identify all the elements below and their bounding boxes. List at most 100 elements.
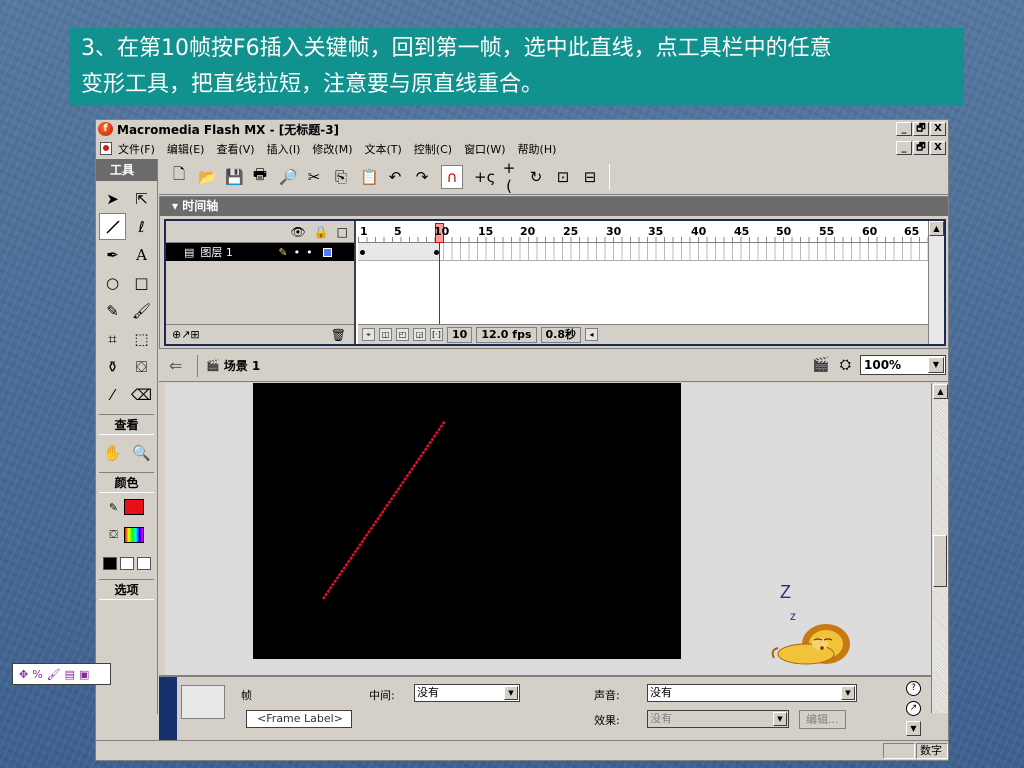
menu-window[interactable]: 窗口(W) (464, 141, 505, 157)
print-preview-icon[interactable]: 🔎 (279, 168, 298, 186)
layer-outline-square[interactable] (322, 247, 332, 257)
menu-file[interactable]: 文件(F) (118, 141, 155, 157)
behaviors-panel-icon[interactable]: % (32, 668, 42, 681)
menu-edit[interactable]: 编辑(E) (167, 141, 205, 157)
modify-markers-icon[interactable]: [·] (430, 328, 443, 341)
menu-text[interactable]: 文本(T) (364, 141, 401, 157)
menu-insert[interactable]: 插入(I) (267, 141, 301, 157)
pencil-tool-icon[interactable]: ✎ (99, 297, 126, 324)
fill-color-swatch[interactable] (123, 527, 144, 543)
snap-magnet-icon[interactable]: ∩ (441, 164, 463, 189)
open-folder-icon[interactable]: 📂 (198, 168, 217, 186)
close-button[interactable]: X (930, 122, 946, 136)
new-file-icon[interactable]: 🗋 (171, 164, 187, 189)
timeline-title[interactable]: ▾ 时间轴 (160, 197, 948, 216)
keyframe-1[interactable] (360, 250, 365, 255)
line-tool-icon[interactable] (99, 213, 126, 240)
zoom-select[interactable]: 100% ▼ (860, 355, 946, 375)
tween-dropdown-icon[interactable]: ▼ (504, 686, 518, 700)
straighten-icon[interactable]: +( (501, 159, 517, 195)
ink-bottle-tool-icon[interactable]: ⚱ (99, 353, 126, 380)
menu-help[interactable]: 帮助(H) (518, 141, 557, 157)
doc-minimize-button[interactable]: _ (896, 141, 912, 155)
help-icon[interactable]: ? (906, 681, 921, 696)
fill-transform-tool-icon[interactable]: ⬚ (128, 325, 155, 352)
layer-lock-dot[interactable]: • (306, 246, 313, 259)
free-transform-tool-icon[interactable]: ⌗ (99, 325, 126, 352)
paint-bucket-tool-icon[interactable]: ⛋ (128, 353, 155, 380)
outline-icon[interactable]: □ (337, 225, 348, 239)
window-panel-icon[interactable]: ▣ (79, 668, 89, 681)
menu-modify[interactable]: 修改(M) (312, 141, 352, 157)
doc-restore-button[interactable]: 🗗 (913, 141, 929, 155)
actions-panel-icon[interactable]: ✥ (19, 668, 28, 681)
copy-icon[interactable]: ⎘ (333, 168, 349, 186)
zoom-tool-icon[interactable]: 🔍 (128, 439, 155, 466)
eye-icon[interactable]: 👁 (290, 225, 305, 239)
add-layer-icon[interactable]: ⊕↗⊞ (172, 328, 200, 341)
floating-panel-tabs[interactable]: ✥ % 🖌 ▤ ▣ (12, 663, 111, 685)
lasso-tool-icon[interactable]: ℓ (128, 213, 155, 240)
hand-tool-icon[interactable]: ✋ (99, 439, 126, 466)
library-panel-icon[interactable]: ▤ (65, 668, 75, 681)
stage-vscroll[interactable]: ▲ (931, 383, 948, 713)
properties-collapse-bar[interactable] (159, 677, 177, 740)
stroke-color-swatch[interactable] (124, 499, 145, 515)
scroll-left-icon[interactable]: ◂ (585, 328, 598, 341)
stage-scroll-thumb[interactable] (933, 535, 947, 587)
swap-colors-icon[interactable] (136, 556, 151, 570)
effect-dropdown-icon[interactable]: ▼ (773, 712, 787, 726)
layer-visible-dot[interactable]: • (294, 246, 301, 259)
eyedropper-tool-icon[interactable]: ⁄ (99, 381, 126, 408)
effect-select[interactable]: 没有 ▼ (647, 710, 789, 728)
rectangle-tool-icon[interactable]: □ (128, 269, 155, 296)
lock-icon[interactable]: 🔒 (314, 225, 329, 239)
edit-symbol-icon[interactable]: ⛭ (840, 357, 851, 373)
restore-button[interactable]: 🗗 (913, 122, 929, 136)
onion-skin-icon[interactable]: ◫ (379, 328, 392, 341)
center-frame-icon[interactable]: ⌖ (362, 328, 375, 341)
expand-properties-icon[interactable]: ▼ (906, 721, 921, 736)
brush-panel-icon[interactable]: 🖌 (47, 668, 61, 681)
tween-select[interactable]: 没有 ▼ (414, 684, 520, 702)
layer-row[interactable]: ▤ 图层 1 ✎ • • (166, 243, 354, 261)
document-icon[interactable] (100, 142, 112, 155)
paste-icon[interactable]: 📋 (360, 168, 379, 186)
frame-ruler[interactable]: 1 5 10 15 20 25 30 35 40 45 50 55 60 65 (358, 221, 928, 243)
default-colors-icon[interactable] (102, 556, 117, 570)
align-icon[interactable]: ⊟ (582, 168, 598, 186)
scene-name[interactable]: 场景 1 (224, 357, 261, 374)
menu-control[interactable]: 控制(C) (414, 141, 452, 157)
brush-tool-icon[interactable]: 🖌 (128, 297, 155, 324)
rotate-icon[interactable]: ↻ (528, 168, 544, 186)
minimize-button[interactable]: _ (896, 122, 912, 136)
stage-scroll-up-icon[interactable]: ▲ (933, 384, 948, 399)
doc-close-button[interactable]: X (930, 141, 946, 155)
edit-scene-icon[interactable]: 🎬 (812, 357, 829, 373)
cut-icon[interactable]: ✂ (306, 168, 322, 186)
oval-tool-icon[interactable]: ○ (99, 269, 126, 296)
back-arrow-icon[interactable]: ⇐ (169, 356, 189, 375)
frame-label-field[interactable]: <Frame Label> (246, 710, 352, 728)
menu-view[interactable]: 查看(V) (216, 141, 254, 157)
smooth-icon[interactable]: +ς (474, 168, 495, 186)
straight-line-shape[interactable] (321, 420, 447, 600)
edit-multiple-icon[interactable]: ◲ (413, 328, 426, 341)
redo-icon[interactable]: ↷ (414, 168, 430, 186)
onion-outline-icon[interactable]: ◰ (396, 328, 409, 341)
scale-icon[interactable]: ⊡ (555, 168, 571, 186)
save-icon[interactable]: 💾 (225, 168, 244, 186)
no-color-icon[interactable] (119, 556, 134, 570)
timeline-vscroll[interactable]: ▲ (928, 221, 944, 344)
text-tool-icon[interactable]: A (128, 241, 155, 268)
layer-frame-row[interactable] (358, 243, 928, 261)
arrow-tool-icon[interactable]: ➤ (99, 185, 126, 212)
undo-icon[interactable]: ↶ (387, 168, 403, 186)
sound-dropdown-icon[interactable]: ▼ (841, 686, 855, 700)
print-icon[interactable]: 🖶 (252, 164, 268, 189)
actions-icon[interactable]: ↗ (906, 701, 921, 716)
sound-select[interactable]: 没有 ▼ (647, 684, 857, 702)
edit-sound-button[interactable]: 编辑... (799, 710, 846, 729)
eraser-tool-icon[interactable]: ⌫ (128, 381, 155, 408)
pen-tool-icon[interactable]: ✒ (99, 241, 126, 268)
